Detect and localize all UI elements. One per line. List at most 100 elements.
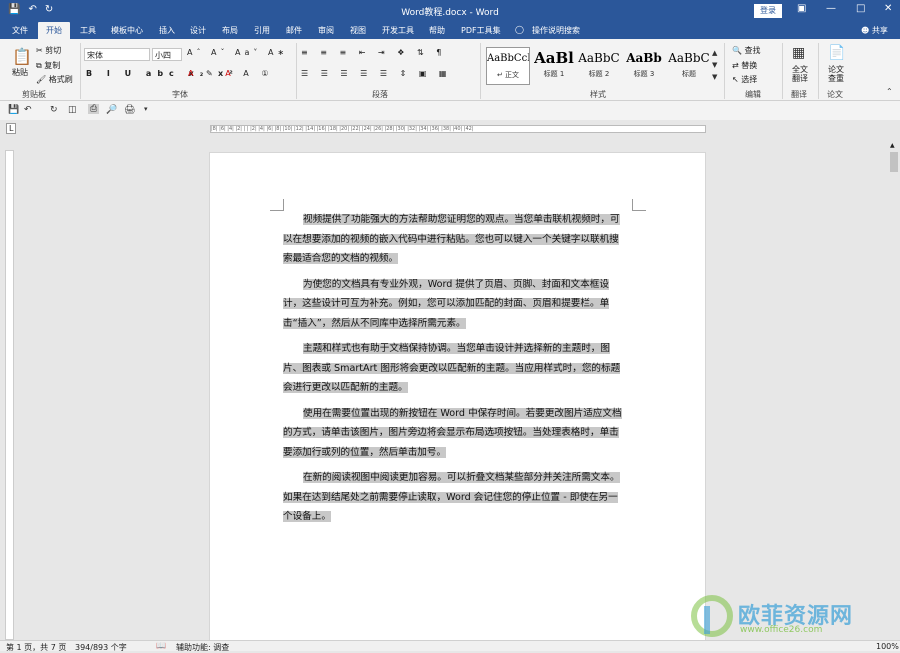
zoom-icon[interactable]: 🔎 xyxy=(106,105,117,115)
accessibility-status[interactable]: 辅助功能: 调查 xyxy=(176,642,229,653)
minimize-icon[interactable]: — xyxy=(826,3,836,14)
tab-help[interactable]: 帮助 xyxy=(429,25,445,36)
divider xyxy=(80,43,81,99)
paragraph-text: 使用在需要位置出现的新按钮在 Word 中保存时间。若要更改图片适应文档的方式，… xyxy=(283,407,622,458)
tab-tools[interactable]: 工具 xyxy=(80,25,96,36)
document-body[interactable]: 视频提供了功能强大的方法帮助您证明您的观点。当您单击联机视频时，可以在想要添加的… xyxy=(283,210,627,533)
replace-label: 替换 xyxy=(741,61,758,70)
copy-button[interactable]: ⧉ 复制 xyxy=(36,60,60,71)
print-icon[interactable]: 🖨 xyxy=(124,105,135,115)
translate-icon[interactable]: ▦ xyxy=(792,45,805,61)
styles-group-label: 样式 xyxy=(590,90,606,99)
style-heading-3[interactable]: AaBb 标题 3 xyxy=(622,47,666,85)
list-buttons[interactable]: ≡ ≡ ≡ ⇤ ⇥ ❖ ⇅ ¶ xyxy=(301,48,446,57)
tab-view[interactable]: 视图 xyxy=(350,25,366,36)
tab-template-center[interactable]: 模板中心 xyxy=(111,25,143,36)
paragraph[interactable]: 主题和样式也有助于文档保持协调。当您单击设计并选择新的主题时，图片、图表或 Sm… xyxy=(283,339,627,398)
page-count[interactable]: 第 1 页，共 7 页 xyxy=(6,642,66,653)
ribbon-tabs: 文件 开始 工具 模板中心 插入 设计 布局 引用 邮件 审阅 视图 开发工具 … xyxy=(0,22,900,39)
login-button[interactable]: 登录 xyxy=(754,4,782,18)
save-icon[interactable]: 💾 xyxy=(8,105,19,115)
styles-scroll-icon[interactable]: ▲ ▼ ▼ xyxy=(712,47,717,83)
word-count[interactable]: 394/893 个字 xyxy=(75,642,127,653)
paste-icon[interactable]: 📋 xyxy=(12,47,32,66)
tab-file[interactable]: 文件 xyxy=(12,25,28,36)
collapse-ribbon-icon[interactable]: ⌃ xyxy=(886,87,893,96)
paragraph[interactable]: 视频提供了功能强大的方法帮助您证明您的观点。当您单击联机视频时，可以在想要添加的… xyxy=(283,210,627,269)
horizontal-ruler[interactable]: |8| |6| |4| |2| | | |2| |4| |6| |8| |10|… xyxy=(210,125,706,133)
format-painter-button[interactable]: 🖌 格式刷 xyxy=(36,74,73,85)
tab-home[interactable]: 开始 xyxy=(38,22,70,39)
replace-button[interactable]: ⇄ 替换 xyxy=(732,60,757,71)
paper-group-label: 论文 xyxy=(827,90,843,99)
style-heading-1[interactable]: AaBl 标题 1 xyxy=(532,47,576,85)
print-preview-icon[interactable]: ⎙ xyxy=(88,104,100,114)
vertical-ruler[interactable] xyxy=(5,150,14,640)
lightbulb-icon: ◯ xyxy=(515,25,524,34)
paragraph[interactable]: 为使您的文档具有专业外观，Word 提供了页眉、页脚、封面和文本框设计，这些设计… xyxy=(283,275,627,334)
ribbon: 📋 粘贴 ✂ 剪切 ⧉ 复制 🖌 格式刷 剪贴板 宋体 小四 Aˆ Aˇ Aa˅… xyxy=(0,39,900,101)
tab-selector-icon[interactable]: L xyxy=(6,123,17,134)
tab-design[interactable]: 设计 xyxy=(190,25,206,36)
style-preview: AaBl xyxy=(534,49,574,67)
font-size-buttons[interactable]: Aˆ Aˇ Aa˅ A∗ xyxy=(187,48,288,57)
style-preview: AaBbC xyxy=(578,51,620,65)
clipboard-group-label: 剪贴板 xyxy=(22,90,46,99)
customize-qat-icon[interactable]: ▾ xyxy=(144,105,148,113)
scroll-up-icon[interactable]: ▲ xyxy=(890,142,895,149)
tab-insert[interactable]: 插入 xyxy=(159,25,175,36)
cut-button[interactable]: ✂ 剪切 xyxy=(36,45,61,56)
title-bar: 💾 ↶ ↻ Word教程.docx - Word 登录 ▣ — □ ✕ xyxy=(0,0,900,22)
style-title[interactable]: AaBbC 标题 xyxy=(667,47,711,85)
watermark: 欧菲资源网 www.office26.com xyxy=(690,592,895,642)
paper-check-icon[interactable]: 📄 xyxy=(828,45,845,61)
ribbon-display-icon[interactable]: ▣ xyxy=(797,3,806,14)
full-translate-button[interactable]: 全文翻译 xyxy=(790,65,810,83)
style-normal[interactable]: AaBbCcI ↵ 正文 xyxy=(486,47,530,85)
font-color-buttons[interactable]: A ✎ A A ① xyxy=(188,69,274,78)
close-icon[interactable]: ✕ xyxy=(884,3,892,14)
undo-icon[interactable]: ↶ xyxy=(24,105,32,115)
read-mode-icon[interactable]: ◫ xyxy=(68,105,77,115)
paragraph[interactable]: 使用在需要位置出现的新按钮在 Word 中保存时间。若要更改图片适应文档的方式，… xyxy=(283,404,627,463)
style-preview: AaBb xyxy=(626,51,662,65)
select-button[interactable]: ↖ 选择 xyxy=(732,74,757,85)
tab-mailings[interactable]: 邮件 xyxy=(286,25,302,36)
tell-me-search[interactable]: 操作说明搜索 xyxy=(532,25,580,36)
vertical-scrollbar[interactable]: ▲ xyxy=(888,138,900,640)
paragraph[interactable]: 在新的阅读视图中阅读更加容易。可以折叠文档某些部分并关注所需文本。如果在达到结尾… xyxy=(283,468,627,527)
share-button[interactable]: ☻ 共享 xyxy=(861,25,888,36)
format-painter-label: 格式刷 xyxy=(48,75,73,84)
tab-pdf-tools[interactable]: PDF工具集 xyxy=(461,25,501,36)
proofing-icon[interactable]: 📖 xyxy=(156,641,166,650)
font-name-select[interactable]: 宋体 xyxy=(84,48,150,61)
tab-developer[interactable]: 开发工具 xyxy=(382,25,414,36)
tab-references[interactable]: 引用 xyxy=(254,25,270,36)
copy-label: 复制 xyxy=(44,61,61,70)
status-bar: 第 1 页，共 7 页 394/893 个字 📖 辅助功能: 调查 100% xyxy=(0,640,900,653)
divider xyxy=(480,43,481,99)
scrollbar-thumb[interactable] xyxy=(890,152,898,172)
divider xyxy=(782,43,783,99)
tab-review[interactable]: 审阅 xyxy=(318,25,334,36)
select-label: 选择 xyxy=(741,75,758,84)
style-preview: AaBbC xyxy=(668,51,710,65)
paragraph-text: 视频提供了功能强大的方法帮助您证明您的观点。当您单击联机视频时，可以在想要添加的… xyxy=(283,214,620,264)
paragraph-text: 为使您的文档具有专业外观，Word 提供了页眉、页脚、封面和文本框设计，这些设计… xyxy=(283,278,610,329)
paragraph-text: 在新的阅读视图中阅读更加容易。可以折叠文档某些部分并关注所需文本。如果在达到结尾… xyxy=(283,472,620,522)
find-button[interactable]: 🔍 查找 xyxy=(732,45,761,56)
style-heading-2[interactable]: AaBbC 标题 2 xyxy=(577,47,621,85)
style-name: 标题 2 xyxy=(588,70,610,78)
cut-label: 剪切 xyxy=(45,46,62,55)
paste-button[interactable]: 粘贴 xyxy=(12,67,28,78)
tab-layout[interactable]: 布局 xyxy=(222,25,238,36)
paper-check-button[interactable]: 论文查重 xyxy=(826,65,846,83)
font-size-select[interactable]: 小四 xyxy=(152,48,182,61)
redo-icon[interactable]: ↻ xyxy=(50,105,58,115)
edit-group-label: 编辑 xyxy=(745,90,761,99)
align-buttons[interactable]: ☰ ☰ ☰ ☰ ☰ ⇕ ▣ ▦ xyxy=(301,69,451,78)
zoom-level[interactable]: 100% xyxy=(876,642,899,651)
style-name: 标题 3 xyxy=(633,70,655,78)
paragraph-group-label: 段落 xyxy=(372,90,388,99)
maximize-icon[interactable]: □ xyxy=(856,3,865,14)
